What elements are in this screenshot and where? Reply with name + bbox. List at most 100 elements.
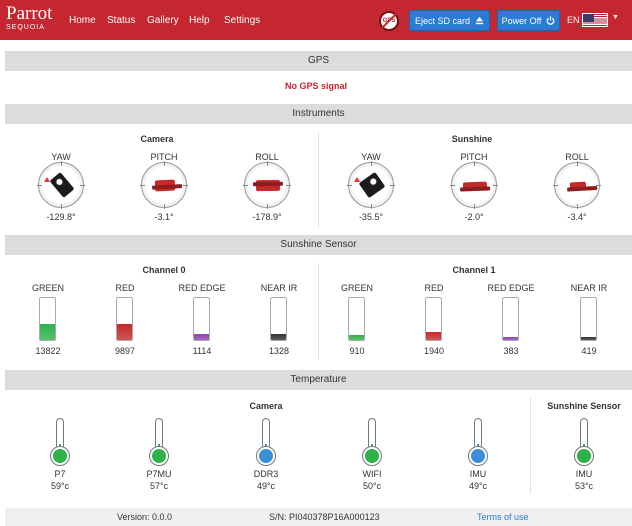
- sensor-top-view-icon: [358, 171, 386, 199]
- ch1-nearir-label: NEAR IR: [570, 283, 608, 293]
- sunshine-imu-label: IMU: [575, 469, 593, 479]
- ddr3-label: DDR3: [253, 469, 279, 479]
- top-navbar: Parrot SEQUOIA Home Status Gallery Help …: [0, 0, 632, 40]
- brand-name: Parrot: [6, 3, 53, 24]
- camera-instruments-title: Camera: [140, 134, 174, 144]
- p7-label: P7: [54, 469, 66, 479]
- ch0-green-label: GREEN: [31, 283, 65, 293]
- camera-top-view-icon: [49, 172, 75, 198]
- camera-roll-gauge: [243, 161, 291, 209]
- ch0-green-bar: [39, 297, 56, 341]
- chevron-down-icon[interactable]: ▼: [612, 14, 619, 21]
- ch0-rededge-label: RED EDGE: [178, 283, 226, 293]
- camera-front-view-icon: [255, 179, 281, 192]
- ch1-nearir-fill: [581, 337, 596, 340]
- sensor-front-view-icon: [569, 181, 587, 191]
- ch1-rededge-bar: [502, 297, 519, 341]
- us-flag-icon[interactable]: [582, 13, 608, 27]
- brand-subtitle: SEQUOIA: [6, 24, 45, 31]
- nav-gallery[interactable]: Gallery: [147, 15, 179, 26]
- ch1-green-value: 910: [349, 346, 365, 356]
- gps-status: No GPS signal: [284, 81, 347, 91]
- ch1-red-bar: [425, 297, 442, 341]
- ch1-red-value: 1940: [423, 346, 445, 356]
- ch0-green-fill: [40, 324, 55, 340]
- nav-help[interactable]: Help: [189, 15, 210, 26]
- ch0-rededge-fill: [194, 333, 209, 340]
- sunshine-instruments-title: Sunshine: [451, 134, 493, 144]
- ch0-red-bar: [116, 297, 133, 341]
- camera-pitch-gauge: [140, 161, 188, 209]
- temperature-camera-title: Camera: [249, 401, 283, 411]
- ch1-red-fill: [426, 332, 441, 340]
- temperature-section-header: Temperature: [5, 370, 632, 390]
- nav-home[interactable]: Home: [69, 15, 96, 26]
- ch0-rededge-value: 1114: [192, 346, 212, 356]
- no-gps-icon: GPS: [379, 11, 399, 31]
- p7mu-label: P7MU: [146, 469, 172, 479]
- thermo-bulb: [152, 449, 166, 463]
- footer: Version: 0.0.0 S/N: PI040378P16A000123 T…: [5, 508, 632, 526]
- p7-thermometer-icon: [50, 418, 70, 466]
- ch0-nearir-bar: [270, 297, 287, 341]
- ch1-red-label: RED: [424, 283, 444, 293]
- p7mu-thermometer-icon: [149, 418, 169, 466]
- nav-status[interactable]: Status: [107, 15, 135, 26]
- sunshine-roll-value: -3.4°: [567, 212, 587, 222]
- power-off-label: Power Off: [501, 15, 542, 26]
- sunshine-sensor-section-header: Sunshine Sensor: [5, 235, 632, 255]
- ch1-green-fill: [349, 334, 364, 340]
- ddr3-value: 49°c: [256, 481, 276, 491]
- sunshine-yaw-gauge: [347, 161, 395, 209]
- thermo-bulb: [259, 449, 273, 463]
- wifi-thermometer-icon: [362, 418, 382, 466]
- eject-sd-button[interactable]: Eject SD card: [409, 10, 490, 31]
- ch1-rededge-value: 383: [503, 346, 519, 356]
- heading-marker-icon: [354, 177, 360, 182]
- eject-icon: [475, 16, 484, 25]
- ch1-rededge-label: RED EDGE: [487, 283, 535, 293]
- ch1-green-bar: [348, 297, 365, 341]
- sunshine-imu-value: 53°c: [574, 481, 594, 491]
- temperature-sunshine-title: Sunshine Sensor: [547, 401, 621, 411]
- version-text: Version: 0.0.0: [117, 512, 173, 522]
- imu-value: 49°c: [468, 481, 488, 491]
- p7mu-value: 57°c: [149, 481, 169, 491]
- ch1-nearir-value: 419: [581, 346, 597, 356]
- sunshine-roll-gauge: [553, 161, 601, 209]
- instruments-divider: [318, 132, 319, 228]
- ch0-red-label: RED: [115, 283, 135, 293]
- ch1-nearir-bar: [580, 297, 597, 341]
- sensor-side-view-icon: [462, 181, 488, 191]
- wifi-label: WIFI: [362, 469, 382, 479]
- eject-sd-label: Eject SD card: [414, 15, 471, 26]
- gps-icon-text: GPS: [382, 18, 396, 24]
- ch0-nearir-fill: [271, 333, 286, 340]
- terms-of-use-link[interactable]: Terms of use: [477, 512, 529, 522]
- p7-value: 59°c: [50, 481, 70, 491]
- camera-roll-value: -178.9°: [252, 212, 282, 222]
- thermo-bulb: [577, 449, 591, 463]
- serial-number: S/N: PI040378P16A000123: [269, 512, 380, 522]
- camera-yaw-value: -129.8°: [46, 212, 76, 222]
- channel-1-title: Channel 1: [452, 265, 496, 275]
- sunshine-yaw-value: -35.5°: [358, 212, 384, 222]
- ddr3-thermometer-icon: [256, 418, 276, 466]
- gps-section-header: GPS: [5, 51, 632, 71]
- imu-thermometer-icon: [468, 418, 488, 466]
- wifi-value: 50°c: [362, 481, 382, 491]
- language-code[interactable]: EN: [567, 15, 580, 25]
- temperature-divider: [530, 398, 531, 494]
- sunshine-pitch-value: -2.0°: [464, 212, 484, 222]
- ch0-nearir-value: 1328: [268, 346, 290, 356]
- parrot-logo[interactable]: Parrot SEQUOIA: [6, 4, 52, 31]
- nav-settings[interactable]: Settings: [224, 15, 260, 26]
- ch0-red-value: 9897: [114, 346, 136, 356]
- sunshine-imu-thermometer-icon: [574, 418, 594, 466]
- camera-pitch-value: -3.1°: [154, 212, 174, 222]
- power-off-button[interactable]: Power Off: [497, 10, 560, 31]
- channel-0-title: Channel 0: [142, 265, 186, 275]
- power-icon: [547, 16, 555, 25]
- sunshine-pitch-gauge: [450, 161, 498, 209]
- ch1-rededge-fill: [503, 337, 518, 340]
